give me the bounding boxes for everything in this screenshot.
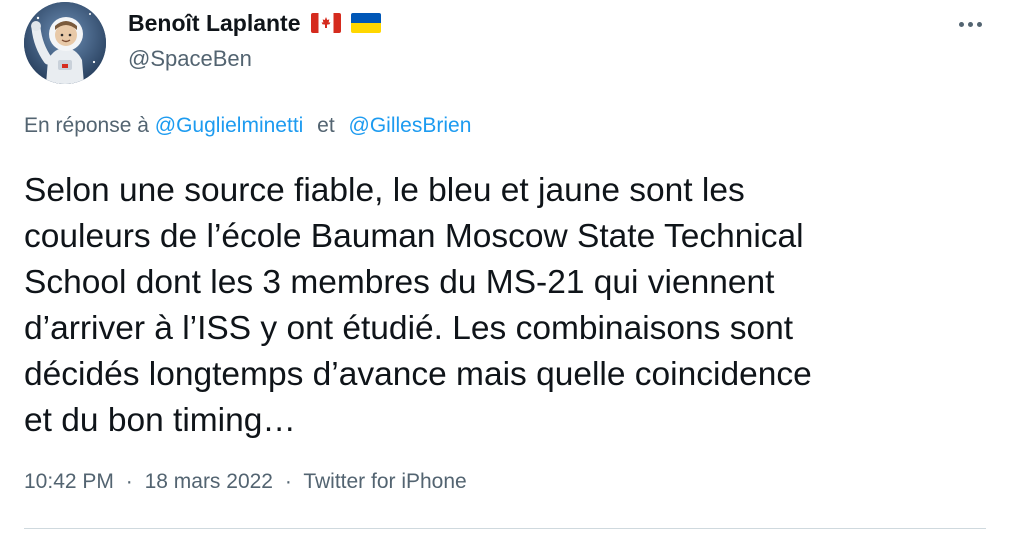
tweet-text: Selon une source fiable, le bleu et jaun… (24, 168, 999, 444)
avatar[interactable] (24, 2, 106, 84)
tweet-card: Benoît Laplante @SpaceBen En réponse à @… (0, 0, 1030, 540)
author-display-name[interactable]: Benoît Laplante (128, 10, 301, 37)
meta-separator: · (125, 470, 133, 493)
tweet-metadata: 10:42 PM · 18 mars 2022 · Twitter for iP… (24, 470, 467, 494)
astronaut-avatar-icon (24, 2, 106, 84)
more-options-button[interactable] (950, 6, 990, 40)
reply-prefix: En réponse à (24, 114, 149, 137)
reply-context: En réponse à @Guglielminetti et @GillesB… (24, 114, 471, 138)
tweet-text-line: Selon une source fiable, le bleu et jaun… (24, 172, 745, 209)
reply-mention-link[interactable]: @GillesBrien (349, 114, 472, 137)
tweet-text-line: School dont les 3 membres du MS-21 qui v… (24, 264, 775, 301)
meta-separator: · (284, 470, 292, 493)
ukraine-flag-icon (350, 13, 381, 33)
author-name-row: Benoît Laplante (128, 6, 381, 40)
tweet-text-line: décidés longtemps d’avance mais quelle c… (24, 356, 812, 393)
reply-joiner: et (317, 114, 335, 137)
more-dots-icon (957, 14, 984, 32)
canada-flag-icon (310, 13, 341, 33)
tweet-text-line: couleurs de l’école Bauman Moscow State … (24, 218, 804, 255)
tweet-date-link[interactable]: 18 mars 2022 (145, 470, 273, 493)
divider (24, 528, 986, 529)
author-handle[interactable]: @SpaceBen (128, 46, 252, 72)
tweet-text-line: et du bon timing… (24, 402, 296, 439)
reply-mention-link[interactable]: @Guglielminetti (155, 114, 304, 137)
tweet-time-link[interactable]: 10:42 PM (24, 470, 114, 493)
tweet-source-link[interactable]: Twitter for iPhone (303, 470, 466, 493)
tweet-text-line: d’arriver à l’ISS y ont étudié. Les comb… (24, 310, 794, 347)
